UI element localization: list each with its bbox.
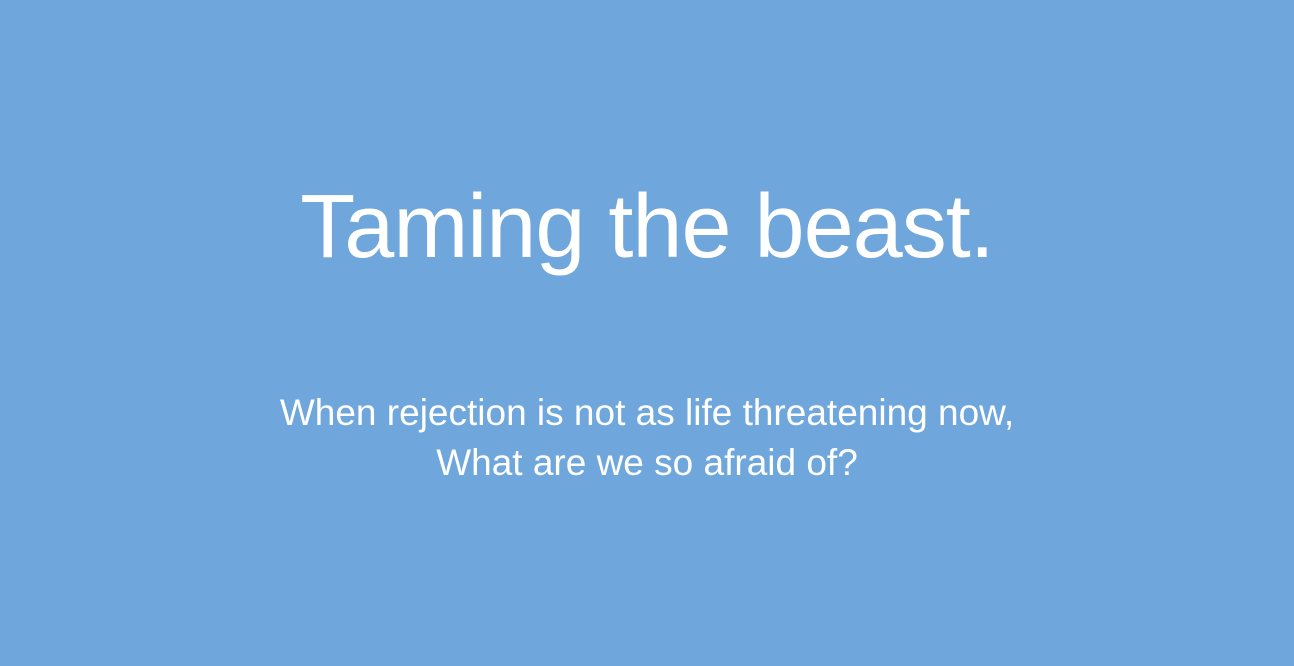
slide-title: Taming the beast. bbox=[300, 177, 994, 277]
slide: Taming the beast. When rejection is not … bbox=[0, 0, 1294, 666]
slide-subtitle: When rejection is not as life threatenin… bbox=[0, 388, 1294, 488]
subtitle-line-1: When rejection is not as life threatenin… bbox=[279, 392, 1015, 433]
subtitle-line-2: What are we so afraid of? bbox=[436, 442, 858, 483]
